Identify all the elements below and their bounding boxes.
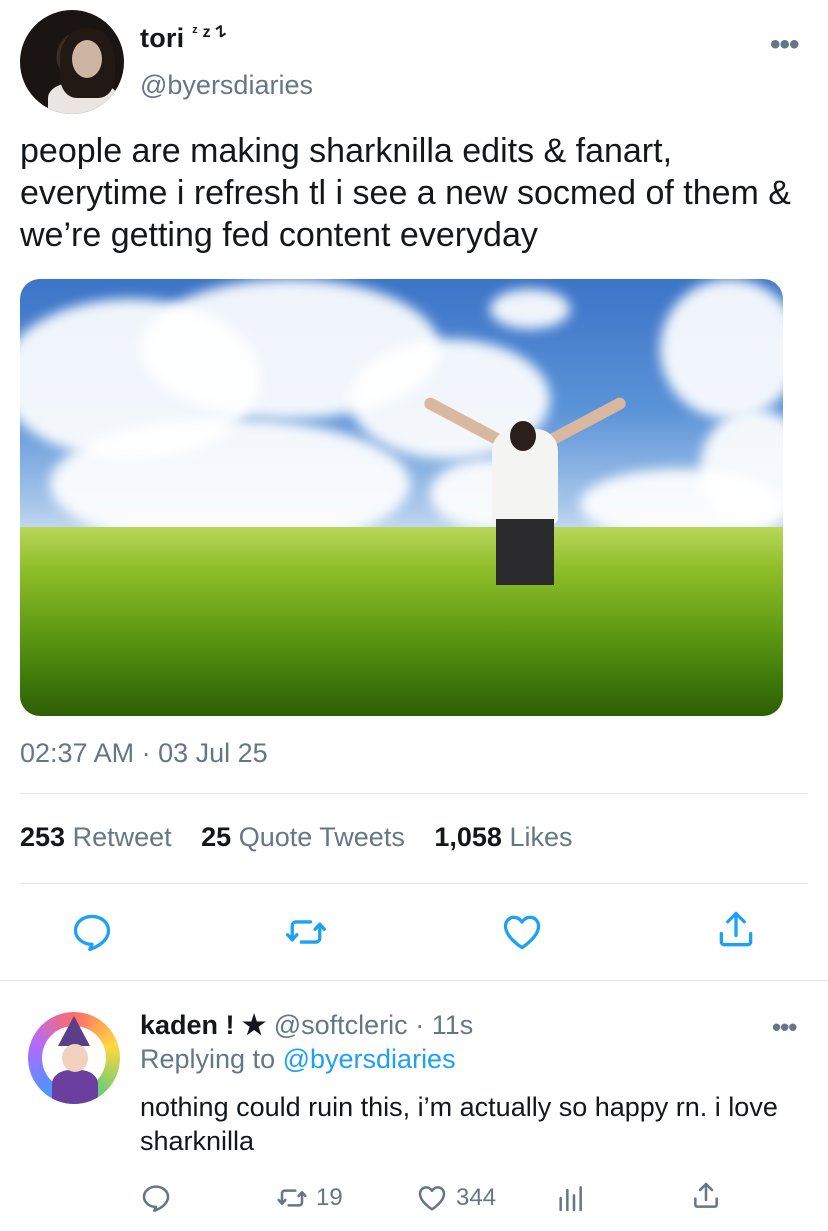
- quote-tweets-stat[interactable]: 25 Quote Tweets: [201, 822, 405, 852]
- reply-reply-button[interactable]: [140, 1182, 172, 1214]
- reply-retweet-button[interactable]: 19: [276, 1182, 343, 1214]
- tweet-timestamp: 02:37 AM · 03 Jul 25: [20, 738, 268, 768]
- author-avatar[interactable]: [20, 10, 124, 114]
- reply-display-name[interactable]: kaden ! ★: [140, 1010, 266, 1040]
- author-display-name[interactable]: tori ᶻ z 𐰁: [140, 20, 226, 54]
- reply-more-options-icon[interactable]: •••: [772, 1012, 797, 1043]
- reply-text: nothing could ruin this, i’m actually so…: [140, 1092, 778, 1156]
- retweet-icon[interactable]: [284, 910, 328, 954]
- retweets-stat[interactable]: 253 Retweet: [20, 822, 172, 852]
- reply-time: · 11s: [415, 1010, 474, 1040]
- share-icon[interactable]: [714, 908, 758, 952]
- reply-like-button[interactable]: 344: [416, 1182, 496, 1214]
- reply-analytics-button[interactable]: [554, 1182, 586, 1214]
- divider: [0, 980, 828, 981]
- display-name-text: tori: [140, 23, 185, 53]
- tweet-text: people are making sharknilla edits & fan…: [20, 132, 791, 254]
- reply-handle[interactable]: @softcleric: [274, 1010, 408, 1040]
- display-name-suffix: ᶻ z 𐰁: [192, 24, 227, 41]
- more-options-icon[interactable]: •••: [770, 28, 799, 62]
- reply-header: kaden ! ★ @softcleric · 11s: [140, 1010, 473, 1041]
- likes-stat[interactable]: 1,058 Likes: [434, 822, 572, 852]
- heart-icon[interactable]: [500, 910, 544, 954]
- replying-to-mention[interactable]: @byersdiaries: [283, 1044, 456, 1074]
- heart-icon: [416, 1182, 448, 1214]
- divider: [20, 883, 808, 884]
- tweet-image[interactable]: [20, 279, 783, 716]
- retweet-icon: [276, 1182, 308, 1214]
- replying-to: Replying to @byersdiaries: [140, 1044, 456, 1074]
- reply-author-avatar[interactable]: [28, 1012, 120, 1104]
- analytics-icon: [554, 1182, 586, 1214]
- reply-like-count: 344: [456, 1184, 497, 1211]
- reply-retweet-count: 19: [316, 1184, 343, 1211]
- tweet-stats: 253 Retweet 25 Quote Tweets 1,058 Likes: [20, 822, 594, 853]
- author-handle[interactable]: @byersdiaries: [140, 70, 313, 101]
- reply-share-button[interactable]: [690, 1180, 722, 1212]
- divider: [20, 793, 808, 794]
- reply-icon[interactable]: [70, 910, 114, 954]
- reply-icon: [140, 1182, 172, 1214]
- share-icon: [690, 1180, 722, 1212]
